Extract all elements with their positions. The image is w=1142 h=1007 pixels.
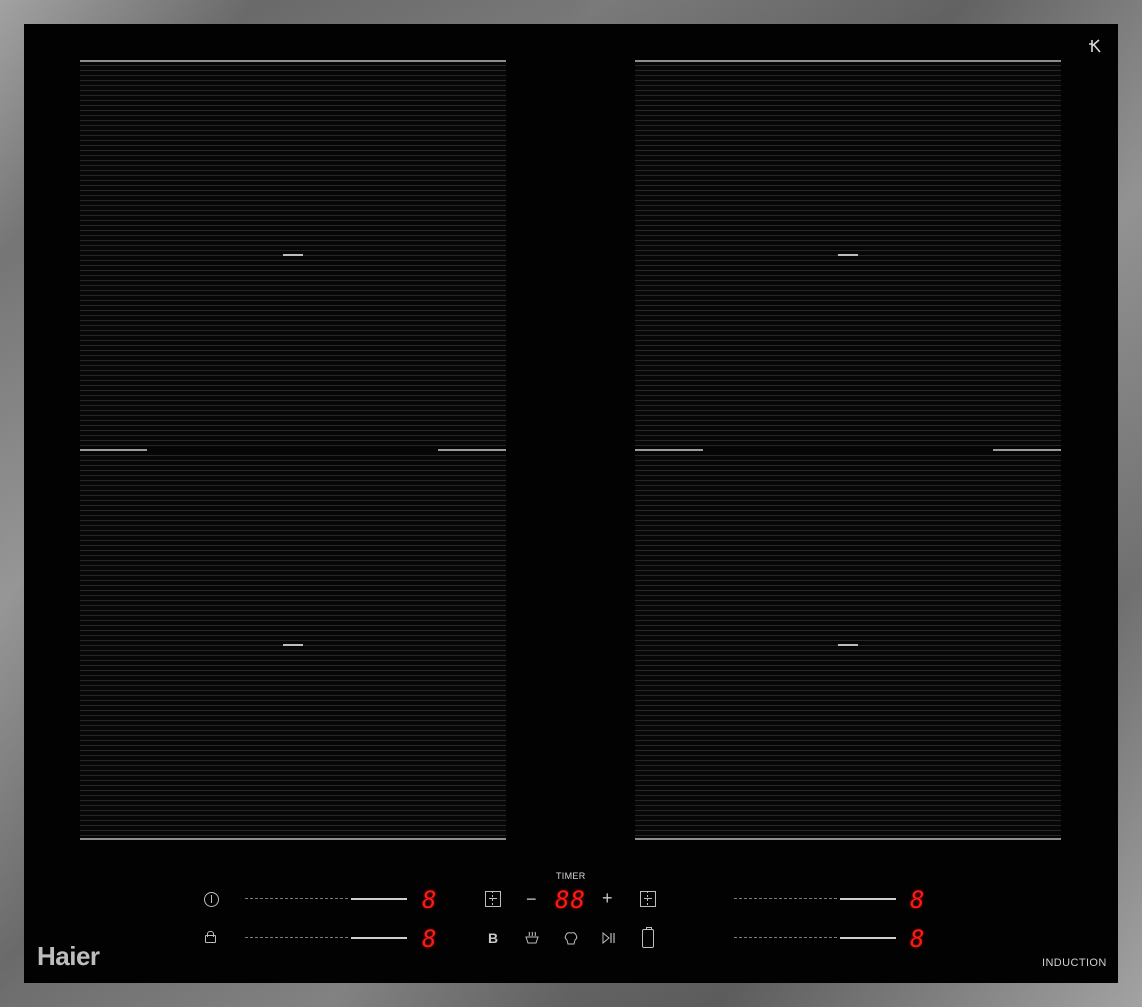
induction-label: INDUCTION [1042,957,1107,969]
timer-plus-button[interactable]: + [602,888,613,909]
right-front-power-display: 8 [910,925,925,953]
left-zone-bottom-edge [80,838,506,840]
right-front-power-slider[interactable] [734,937,896,939]
left-front-power-slider[interactable] [245,937,407,939]
left-rear-zone-center-mark [283,254,303,256]
right-rear-power-display: 8 [910,886,925,914]
left-zone-divider-mark [438,449,506,451]
play-pause-icon[interactable] [602,932,616,944]
right-zone-divider-mark [993,449,1061,451]
flex-zone-right-icon[interactable] [640,891,656,907]
boost-button[interactable]: B [488,930,498,946]
timer-display: 88 [555,886,586,914]
power-icon[interactable] [204,892,219,907]
chef-hat-icon[interactable] [563,930,579,946]
left-zone-divider-mark [80,449,147,451]
flex-zone-left-icon[interactable] [485,891,501,907]
brand-symbol-icon [1089,39,1101,53]
left-front-power-display: 8 [422,925,437,953]
left-front-zone-center-mark [283,644,303,646]
right-zone-divider-mark [635,449,703,451]
timer-label: TIMER [556,871,586,881]
right-front-zone-center-mark [838,644,858,646]
left-zone-top-edge [80,60,506,62]
left-rear-power-display: 8 [422,886,437,914]
right-zone-top-edge [635,60,1061,62]
keep-warm-icon[interactable] [524,931,540,945]
brand-logo: Haier [37,941,100,971]
induction-hob: Haier INDUCTION 8 8 − TIMER 88 + B 8 8 [0,0,1142,1007]
phone-icon[interactable] [642,927,654,948]
lock-icon[interactable] [205,931,216,943]
left-rear-power-slider[interactable] [245,898,407,900]
right-rear-zone-center-mark [838,254,858,256]
timer-minus-button[interactable]: − [526,889,537,910]
right-zone-bottom-edge [635,838,1061,840]
right-rear-power-slider[interactable] [734,898,896,900]
